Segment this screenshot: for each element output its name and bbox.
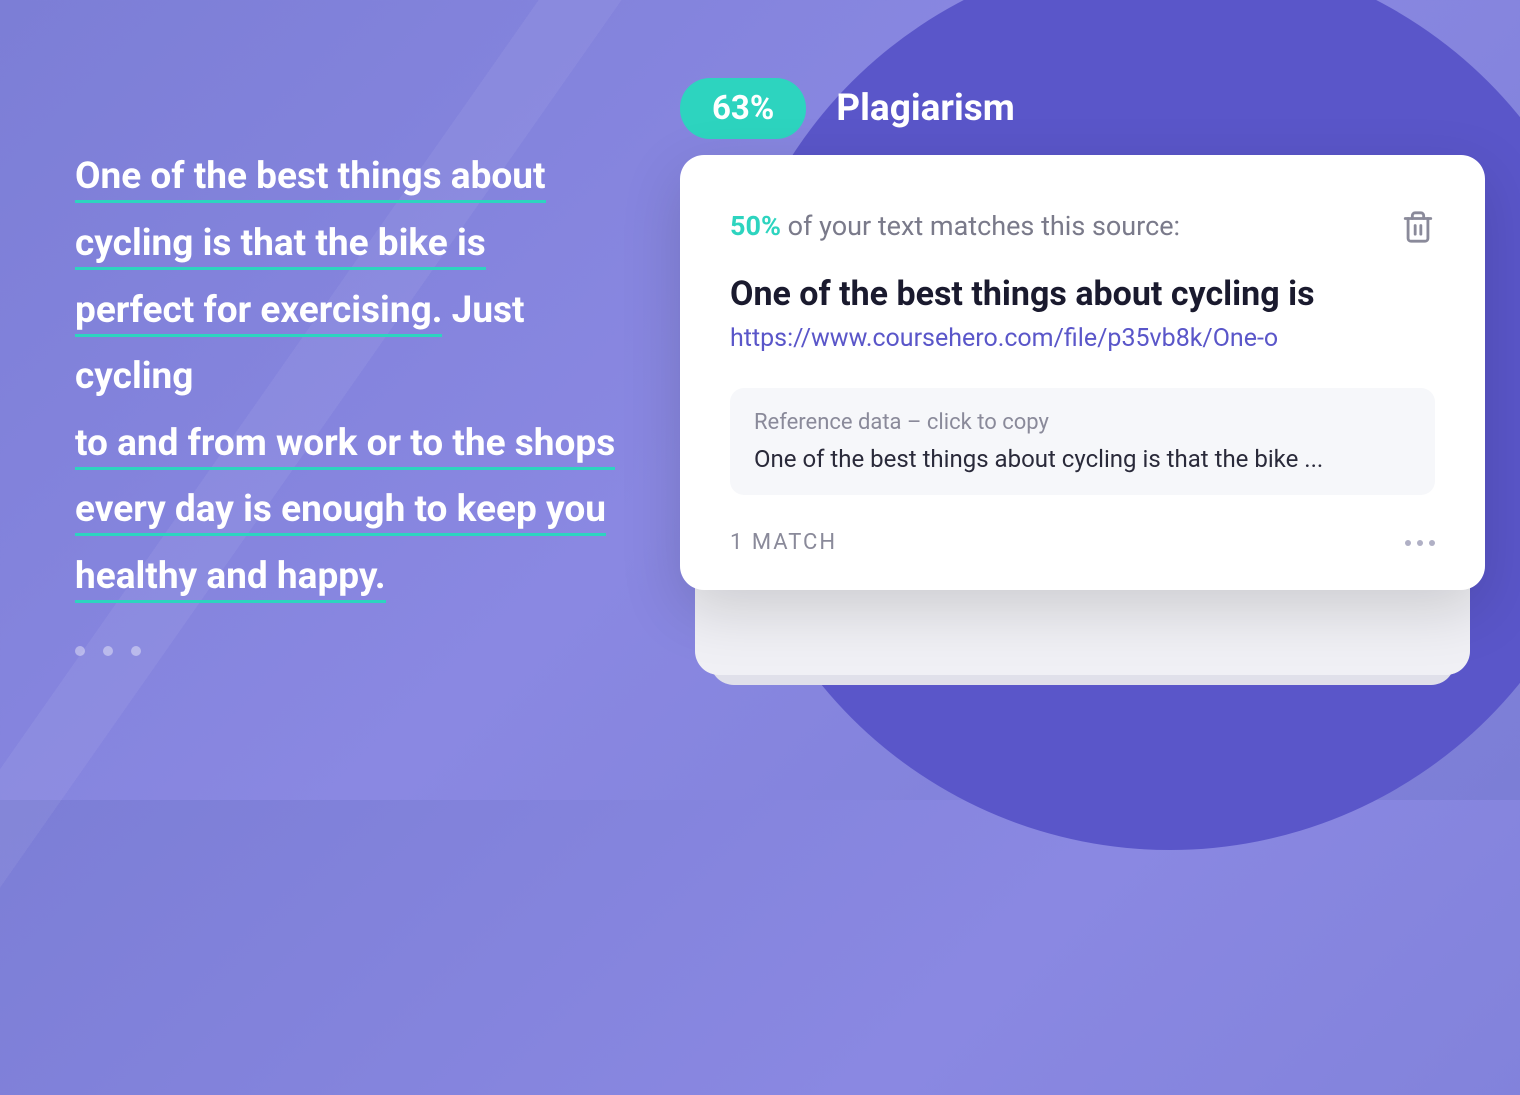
match-percent-suffix: of your text matches this source: xyxy=(781,210,1180,242)
source-url-link[interactable]: https://www.coursehero.com/file/p35vb8k/… xyxy=(730,324,1435,353)
highlighted-text-line: perfect for exercising. xyxy=(75,289,442,337)
match-percent-value: 50% xyxy=(730,210,781,242)
highlighted-text-line: healthy and happy. xyxy=(75,555,386,603)
source-card-stack: 50% of your text matches this source: On… xyxy=(680,155,1485,590)
dot-indicator xyxy=(131,646,141,656)
highlighted-text-line: One of the best things about xyxy=(75,155,546,203)
reference-snippet: One of the best things about cycling is … xyxy=(754,445,1411,473)
ellipsis-dot-icon xyxy=(1429,540,1435,546)
pagination-dots xyxy=(75,646,640,656)
highlighted-text-line: cycling is that the bike is xyxy=(75,222,486,270)
score-percentage-pill: 63% xyxy=(680,78,806,139)
match-percentage-line: 50% of your text matches this source: xyxy=(730,210,1180,242)
dot-indicator xyxy=(75,646,85,656)
dot-indicator xyxy=(103,646,113,656)
plagiarism-score-header: 63% Plagiarism xyxy=(680,78,1015,139)
score-label: Plagiarism xyxy=(836,87,1015,130)
more-options-button[interactable] xyxy=(1405,540,1435,546)
reference-copy-box[interactable]: Reference data – click to copy One of th… xyxy=(730,388,1435,495)
trash-icon[interactable] xyxy=(1401,210,1435,244)
sample-paragraph: One of the best things about cycling is … xyxy=(75,144,640,610)
highlighted-text-line: every day is enough to keep you xyxy=(75,488,606,536)
card-footer: 1 MATCH xyxy=(730,530,1435,555)
reference-label: Reference data – click to copy xyxy=(754,410,1411,435)
card-header-row: 50% of your text matches this source: xyxy=(730,210,1435,244)
highlighted-text-line: to and from work or to the shops xyxy=(75,422,615,470)
ellipsis-dot-icon xyxy=(1405,540,1411,546)
match-count-label: 1 MATCH xyxy=(730,530,837,555)
ellipsis-dot-icon xyxy=(1417,540,1423,546)
sample-text-panel: One of the best things about cycling is … xyxy=(0,144,680,655)
source-title: One of the best things about cycling is xyxy=(730,274,1435,314)
source-match-card: 50% of your text matches this source: On… xyxy=(680,155,1485,590)
main-container: One of the best things about cycling is … xyxy=(0,0,1520,800)
results-panel: 63% Plagiarism 50% of your text matches … xyxy=(680,0,1520,800)
